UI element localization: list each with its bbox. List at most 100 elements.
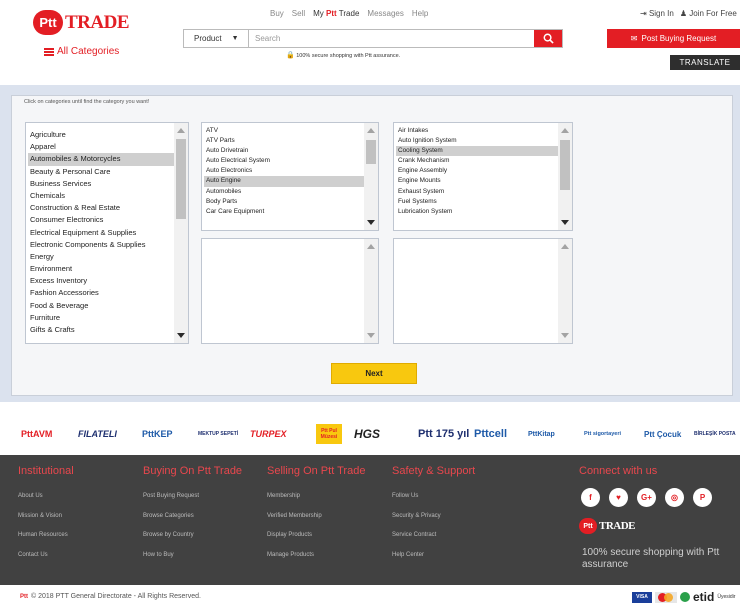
- category-option[interactable]: Engine Mounts: [396, 176, 558, 186]
- category-option[interactable]: Engine Assembly: [396, 166, 558, 176]
- category-option[interactable]: Automobiles & Motorcycles: [28, 153, 174, 166]
- search-input[interactable]: [249, 30, 534, 47]
- footer-link-security[interactable]: Security & Privacy: [392, 507, 475, 527]
- pinterest-icon[interactable]: P: [693, 488, 712, 507]
- nav-buy[interactable]: Buy: [270, 9, 284, 18]
- footer-link-display-products[interactable]: Display Products: [267, 526, 365, 546]
- footer-link-post-request[interactable]: Post Buying Request: [143, 487, 242, 507]
- partner-hgs-logo[interactable]: HGS: [354, 427, 380, 441]
- scrollbar[interactable]: [558, 123, 572, 230]
- category-option[interactable]: Environment: [28, 263, 174, 275]
- category-option[interactable]: Auto Ignition System: [396, 136, 558, 146]
- category-option[interactable]: Agriculture: [28, 129, 174, 141]
- scrollbar[interactable]: [174, 123, 188, 343]
- category-option[interactable]: Electronic Components & Supplies: [28, 239, 174, 251]
- category-option[interactable]: Chemicals: [28, 190, 174, 202]
- scrollbar[interactable]: [558, 239, 572, 343]
- partner-birlesik-posta-logo[interactable]: BİRLEŞİK POSTA: [694, 427, 738, 441]
- scroll-down-icon[interactable]: [177, 333, 185, 338]
- category-option[interactable]: Auto Electrical System: [204, 156, 364, 166]
- category-option[interactable]: Energy: [28, 251, 174, 263]
- partner-pttavm-logo[interactable]: PttAVM: [21, 427, 52, 441]
- footer-link-browse-categories[interactable]: Browse Categories: [143, 507, 242, 527]
- partner-turpex-logo[interactable]: TURPEX: [250, 427, 287, 441]
- scrollbar[interactable]: [364, 123, 378, 230]
- category-option[interactable]: Apparel: [28, 141, 174, 153]
- footer-link-help-center[interactable]: Help Center: [392, 546, 475, 566]
- scroll-thumb[interactable]: [560, 140, 570, 190]
- google-plus-icon[interactable]: G+: [637, 488, 656, 507]
- scroll-thumb[interactable]: [366, 140, 376, 164]
- category-list-level-5[interactable]: [393, 238, 573, 344]
- footer-link-service-contract[interactable]: Service Contract: [392, 526, 475, 546]
- category-option[interactable]: Food & Beverage: [28, 300, 174, 312]
- category-option[interactable]: Cooling System: [396, 146, 558, 157]
- category-option[interactable]: Fuel Systems: [396, 197, 558, 207]
- footer-link-about[interactable]: About Us: [18, 487, 74, 507]
- scroll-thumb[interactable]: [176, 139, 186, 219]
- search-button[interactable]: [534, 30, 562, 47]
- partner-pttkitap-logo[interactable]: PttKitap: [528, 427, 555, 441]
- translate-button[interactable]: TRANSLATE: [670, 55, 740, 70]
- partner-mektup-sepeti-logo[interactable]: MEKTUP SEPETİ: [198, 427, 244, 441]
- footer-link-browse-country[interactable]: Browse by Country: [143, 526, 242, 546]
- partner-pul-muzesi-logo[interactable]: Ptt Pul Müzesi: [316, 424, 342, 444]
- category-option[interactable]: Business Services: [28, 178, 174, 190]
- partner-pttcell-logo[interactable]: Pttcell: [474, 427, 507, 441]
- footer-link-hr[interactable]: Human Resources: [18, 526, 74, 546]
- category-option[interactable]: Auto Drivetrain: [204, 146, 364, 156]
- scroll-down-icon[interactable]: [367, 220, 375, 225]
- scroll-up-icon[interactable]: [177, 128, 185, 133]
- ptt-trade-logo[interactable]: Ptt TRADE: [33, 10, 130, 35]
- category-option[interactable]: Lubrication System: [396, 207, 558, 217]
- partner-sigortayeri-logo[interactable]: Ptt sigortayeri: [584, 427, 629, 441]
- footer-link-membership[interactable]: Membership: [267, 487, 365, 507]
- category-option[interactable]: Body Parts: [204, 197, 364, 207]
- nav-messages[interactable]: Messages: [367, 9, 403, 18]
- category-option[interactable]: ATV Parts: [204, 136, 364, 146]
- scroll-up-icon[interactable]: [367, 128, 375, 133]
- category-list-level-4[interactable]: [201, 238, 379, 344]
- category-option[interactable]: Excess Inventory: [28, 275, 174, 287]
- category-option[interactable]: Auto Electronics: [204, 166, 364, 176]
- category-option[interactable]: Fashion Accessories: [28, 287, 174, 299]
- category-option[interactable]: Air Intakes: [396, 126, 558, 136]
- partner-filateli-logo[interactable]: FILATELI: [78, 427, 117, 441]
- nav-sell[interactable]: Sell: [292, 9, 305, 18]
- footer-logo[interactable]: Ptt TRADE: [579, 518, 636, 534]
- scroll-down-icon[interactable]: [561, 333, 569, 338]
- nav-my-ptt-trade[interactable]: My Ptt Trade: [313, 9, 359, 18]
- join-link[interactable]: ♟ Join For Free: [680, 9, 737, 18]
- category-option[interactable]: Gifts & Crafts: [28, 324, 174, 336]
- category-list-level-3[interactable]: Air Intakes Auto Ignition System Cooling S…: [393, 122, 573, 231]
- footer-link-manage-products[interactable]: Manage Products: [267, 546, 365, 566]
- footer-link-verified[interactable]: Verified Membership: [267, 507, 365, 527]
- partner-ptt-175-logo[interactable]: Ptt 175 yıl: [418, 427, 469, 441]
- dribbble-icon[interactable]: ◎: [665, 488, 684, 507]
- category-option[interactable]: Auto Engine: [204, 176, 364, 187]
- partner-ptt-cocuk-logo[interactable]: Ptt Çocuk: [644, 427, 681, 441]
- scroll-down-icon[interactable]: [367, 333, 375, 338]
- scroll-up-icon[interactable]: [561, 128, 569, 133]
- footer-link-how-to-buy[interactable]: How to Buy: [143, 546, 242, 566]
- scroll-up-icon[interactable]: [367, 244, 375, 249]
- facebook-icon[interactable]: f: [581, 488, 600, 507]
- footer-link-follow-us[interactable]: Follow Us: [392, 487, 475, 507]
- category-option[interactable]: Construction & Real Estate: [28, 202, 174, 214]
- nav-help[interactable]: Help: [412, 9, 428, 18]
- scroll-up-icon[interactable]: [561, 244, 569, 249]
- category-option[interactable]: Consumer Electronics: [28, 214, 174, 226]
- next-button[interactable]: Next: [331, 363, 417, 384]
- footer-link-mission[interactable]: Mission & Vision: [18, 507, 74, 527]
- category-list-level-1[interactable]: Agriculture Apparel Automobiles & Motorcyc…: [25, 122, 189, 344]
- search-category-select[interactable]: Product ▼: [184, 30, 249, 47]
- partner-pttkep-logo[interactable]: PttKEP: [142, 427, 173, 441]
- sign-in-link[interactable]: ⇥ Sign In: [640, 9, 674, 18]
- scrollbar[interactable]: [364, 239, 378, 343]
- category-option[interactable]: Beauty & Personal Care: [28, 166, 174, 178]
- youtube-icon[interactable]: ♥: [609, 488, 628, 507]
- category-option[interactable]: Furniture: [28, 312, 174, 324]
- category-option[interactable]: Car Care Equipment: [204, 207, 364, 217]
- post-buying-request-button[interactable]: ✉ Post Buying Request: [607, 29, 740, 48]
- category-option[interactable]: Automobiles: [204, 187, 364, 197]
